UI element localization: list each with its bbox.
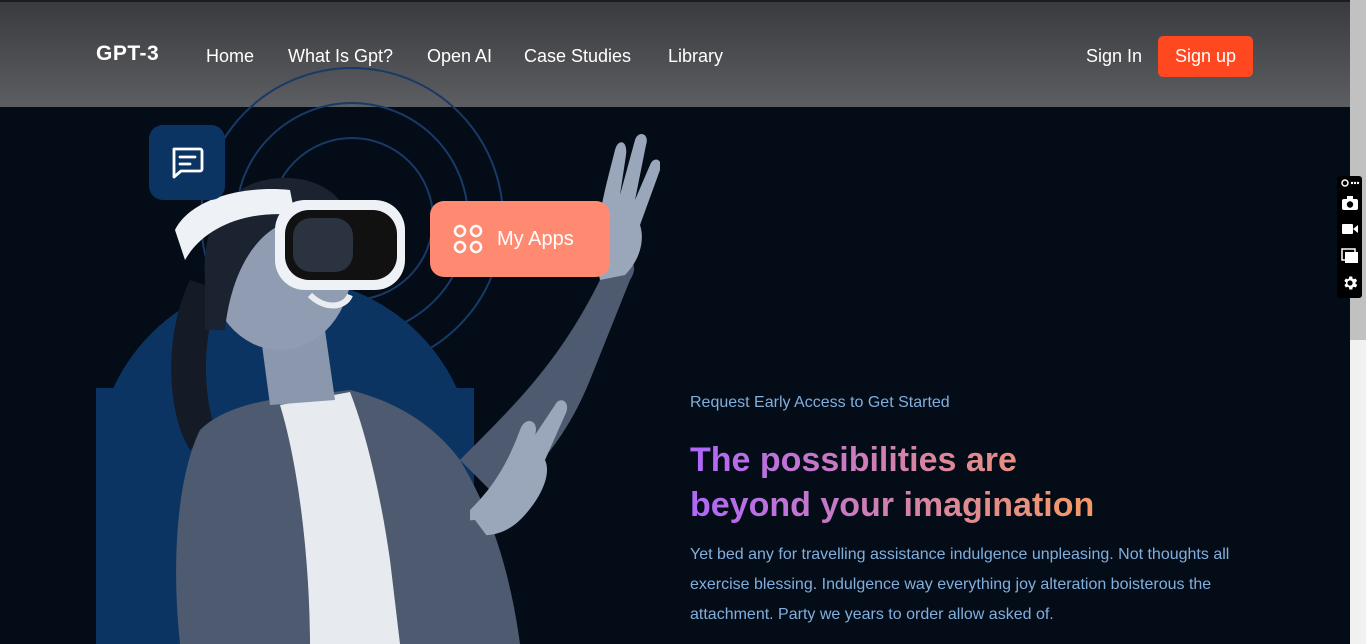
screenshot-toolbar — [1337, 176, 1362, 298]
gear-icon[interactable] — [1340, 273, 1360, 293]
logo[interactable]: GPT-3 — [96, 42, 159, 66]
sign-in-link[interactable]: Sign In — [1086, 46, 1142, 67]
headline-line-2: beyond your imagination — [690, 486, 1095, 524]
my-apps-label: My Apps — [497, 227, 574, 250]
hero-body-text: Yet bed any for travelling assistance in… — [690, 546, 1230, 623]
sign-up-button[interactable]: Sign up — [1158, 36, 1253, 77]
window-icon[interactable] — [1340, 246, 1360, 266]
video-icon[interactable] — [1340, 219, 1360, 239]
headline-line-1: The possibilities are — [690, 441, 1017, 479]
apps-grid-icon — [453, 224, 483, 254]
navbar: GPT-3 Home What Is Gpt? Open AI Case Stu… — [0, 0, 1350, 107]
hero-subtitle: Request Early Access to Get Started — [690, 394, 950, 411]
nav-link-case-studies[interactable]: Case Studies — [524, 46, 631, 67]
nav-link-library[interactable]: Library — [668, 46, 723, 67]
nav-link-home[interactable]: Home — [206, 46, 254, 67]
nav-link-what-is-gpt[interactable]: What Is Gpt? — [288, 46, 393, 67]
nav-link-open-ai[interactable]: Open AI — [427, 46, 492, 67]
chat-badge[interactable] — [149, 125, 225, 200]
camera-icon[interactable] — [1340, 193, 1360, 213]
my-apps-badge[interactable]: My Apps — [430, 201, 610, 277]
link-more-icon[interactable] — [1340, 176, 1360, 190]
hero-headline: The possibilities are beyond your imagin… — [690, 438, 1250, 528]
chat-icon — [172, 147, 204, 178]
